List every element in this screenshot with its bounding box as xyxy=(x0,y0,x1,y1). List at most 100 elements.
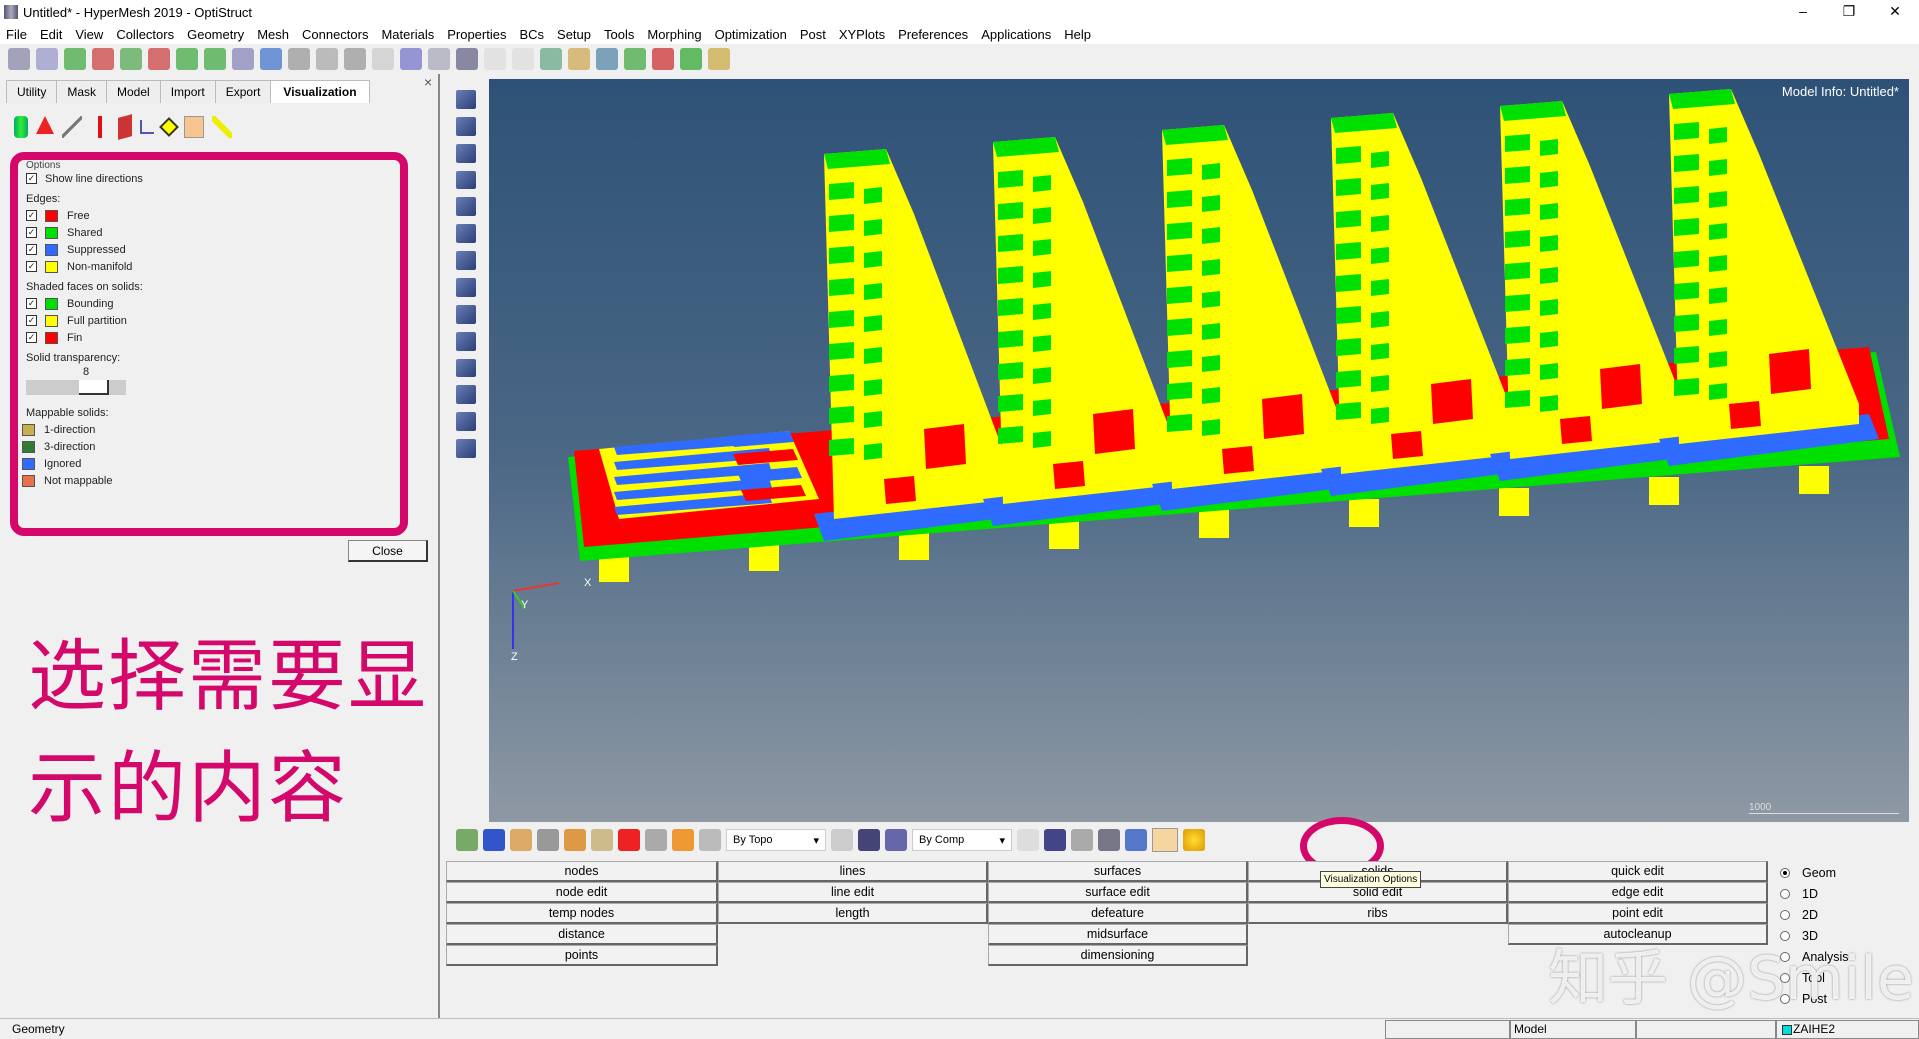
solid-icon[interactable] xyxy=(483,829,505,851)
menu-edit[interactable]: Edit xyxy=(40,27,62,42)
toolbar-icon-16[interactable] xyxy=(456,48,478,70)
toolbar-icon-25[interactable] xyxy=(708,48,730,70)
menu-post[interactable]: Post xyxy=(800,27,826,42)
vertical-tool-icon-12[interactable] xyxy=(456,412,476,432)
export-icon[interactable] xyxy=(591,829,613,851)
checkbox[interactable]: ✓ xyxy=(26,315,37,326)
color-swatch[interactable] xyxy=(22,474,35,487)
diamond-icon[interactable] xyxy=(1125,829,1147,851)
color-swatch[interactable] xyxy=(45,226,58,239)
tab-visualization[interactable]: Visualization xyxy=(270,80,370,103)
color-swatch[interactable] xyxy=(22,457,35,470)
radio-geom[interactable]: Geom xyxy=(1780,862,1849,883)
vertical-tool-icon-0[interactable] xyxy=(456,90,476,109)
solid-cylinder-icon[interactable] xyxy=(14,116,28,138)
toolbar-icon-24[interactable] xyxy=(680,48,702,70)
color-swatch[interactable] xyxy=(22,423,35,436)
mesh-wire-icon[interactable] xyxy=(1017,829,1039,851)
radio-1d[interactable]: 1D xyxy=(1780,883,1849,904)
radio-button[interactable] xyxy=(1780,909,1790,920)
panel-button-lines[interactable]: lines xyxy=(718,861,988,882)
panel-close-icon[interactable]: × xyxy=(424,74,432,90)
menu-mesh[interactable]: Mesh xyxy=(257,27,289,42)
show-line-directions-row[interactable]: ✓ Show line directions xyxy=(26,170,392,187)
panel-button-node-edit[interactable]: node edit xyxy=(446,882,718,903)
color-swatch[interactable] xyxy=(45,331,58,344)
maximize-button[interactable]: ❐ xyxy=(1826,0,1872,24)
reverse-icon[interactable] xyxy=(699,829,721,851)
mappable-item[interactable]: Not mappable xyxy=(22,472,392,489)
vertical-tool-icon-10[interactable] xyxy=(456,358,476,378)
close-window-button[interactable]: ✕ xyxy=(1872,0,1918,24)
star-icon[interactable] xyxy=(1183,829,1205,851)
menu-properties[interactable]: Properties xyxy=(447,27,506,42)
menu-xyplots[interactable]: XYPlots xyxy=(839,27,885,42)
menu-applications[interactable]: Applications xyxy=(981,27,1051,42)
checkbox[interactable]: ✓ xyxy=(26,244,37,255)
cube-icon[interactable] xyxy=(885,829,907,851)
visualization-options-button[interactable] xyxy=(1152,828,1178,852)
panel-button-temp-nodes[interactable]: temp nodes xyxy=(446,903,718,924)
toolbar-icon-6[interactable] xyxy=(176,48,198,70)
radio-2d[interactable]: 2D xyxy=(1780,904,1849,925)
tab-import[interactable]: Import xyxy=(159,80,216,103)
line-direction-icon[interactable] xyxy=(62,116,82,138)
plane-icon[interactable] xyxy=(1098,829,1120,851)
edges-item[interactable]: ✓ Non-manifold xyxy=(26,258,392,275)
vertical-tool-icon-2[interactable] xyxy=(456,143,476,163)
close-button[interactable]: Close xyxy=(348,540,428,562)
visualization-options-icon[interactable] xyxy=(184,116,204,138)
panel-button-length[interactable]: length xyxy=(718,903,988,924)
checkbox[interactable]: ✓ xyxy=(26,298,37,309)
panel-button-nodes[interactable]: nodes xyxy=(446,861,718,882)
mask-icon[interactable] xyxy=(672,829,694,851)
menu-help[interactable]: Help xyxy=(1064,27,1091,42)
panel-button-points[interactable]: points xyxy=(446,945,718,966)
radio-button[interactable] xyxy=(1780,888,1790,899)
toolbar-icon-8[interactable] xyxy=(232,48,254,70)
vertical-tool-icon-5[interactable] xyxy=(456,224,476,244)
menu-materials[interactable]: Materials xyxy=(381,27,434,42)
folder-icon[interactable] xyxy=(510,829,532,851)
vertical-tool-icon-13[interactable] xyxy=(456,439,476,459)
toolbar-icon-1[interactable] xyxy=(36,48,58,70)
import-icon[interactable] xyxy=(564,829,586,851)
shaded-item[interactable]: ✓ Bounding xyxy=(26,295,392,312)
color-swatch[interactable] xyxy=(45,209,58,222)
tab-model[interactable]: Model xyxy=(106,80,161,103)
panel-button-surfaces[interactable]: surfaces xyxy=(988,861,1248,882)
mappable-item[interactable]: 1-direction xyxy=(22,421,392,438)
shaded-item[interactable]: ✓ Full partition xyxy=(26,312,392,329)
panel-button-quick-edit[interactable]: quick edit xyxy=(1508,861,1768,882)
edges-item[interactable]: ✓ Free xyxy=(26,207,392,224)
toolbar-icon-14[interactable] xyxy=(400,48,422,70)
toolbar-icon-9[interactable] xyxy=(260,48,282,70)
toolbar-icon-18[interactable] xyxy=(512,48,534,70)
color-by-topo-select[interactable]: By Topo ▾ xyxy=(726,829,826,851)
checkbox[interactable]: ✓ xyxy=(26,332,37,343)
surface-icon[interactable] xyxy=(118,114,132,140)
toolbar-icon-17[interactable] xyxy=(484,48,506,70)
toolbar-icon-0[interactable] xyxy=(8,48,30,70)
vertical-tool-icon-11[interactable] xyxy=(456,385,476,405)
toolbar-icon-11[interactable] xyxy=(316,48,338,70)
vertical-tool-icon-7[interactable] xyxy=(456,278,476,297)
menu-morphing[interactable]: Morphing xyxy=(647,27,701,42)
checkbox[interactable]: ✓ xyxy=(26,210,37,221)
vertical-tool-icon-1[interactable] xyxy=(456,116,476,136)
toolbar-icon-7[interactable] xyxy=(204,48,226,70)
minimize-button[interactable]: – xyxy=(1780,0,1826,24)
toolbar-icon-15[interactable] xyxy=(428,48,450,70)
panel-button-dimensioning[interactable]: dimensioning xyxy=(988,945,1248,966)
mesh-shaded-icon[interactable] xyxy=(1044,829,1066,851)
menu-file[interactable]: File xyxy=(6,27,27,42)
checkbox[interactable]: ✓ xyxy=(26,173,37,184)
delete-icon[interactable] xyxy=(618,829,640,851)
toolbar-icon-20[interactable] xyxy=(568,48,590,70)
menu-optimization[interactable]: Optimization xyxy=(715,27,787,42)
edges-item[interactable]: ✓ Shared xyxy=(26,224,392,241)
menu-preferences[interactable]: Preferences xyxy=(898,27,968,42)
graphics-viewport[interactable]: Model Info: Untitled* X Y Z 1000 xyxy=(489,79,1909,822)
tab-mask[interactable]: Mask xyxy=(56,80,108,103)
mappable-item[interactable]: Ignored xyxy=(22,455,392,472)
